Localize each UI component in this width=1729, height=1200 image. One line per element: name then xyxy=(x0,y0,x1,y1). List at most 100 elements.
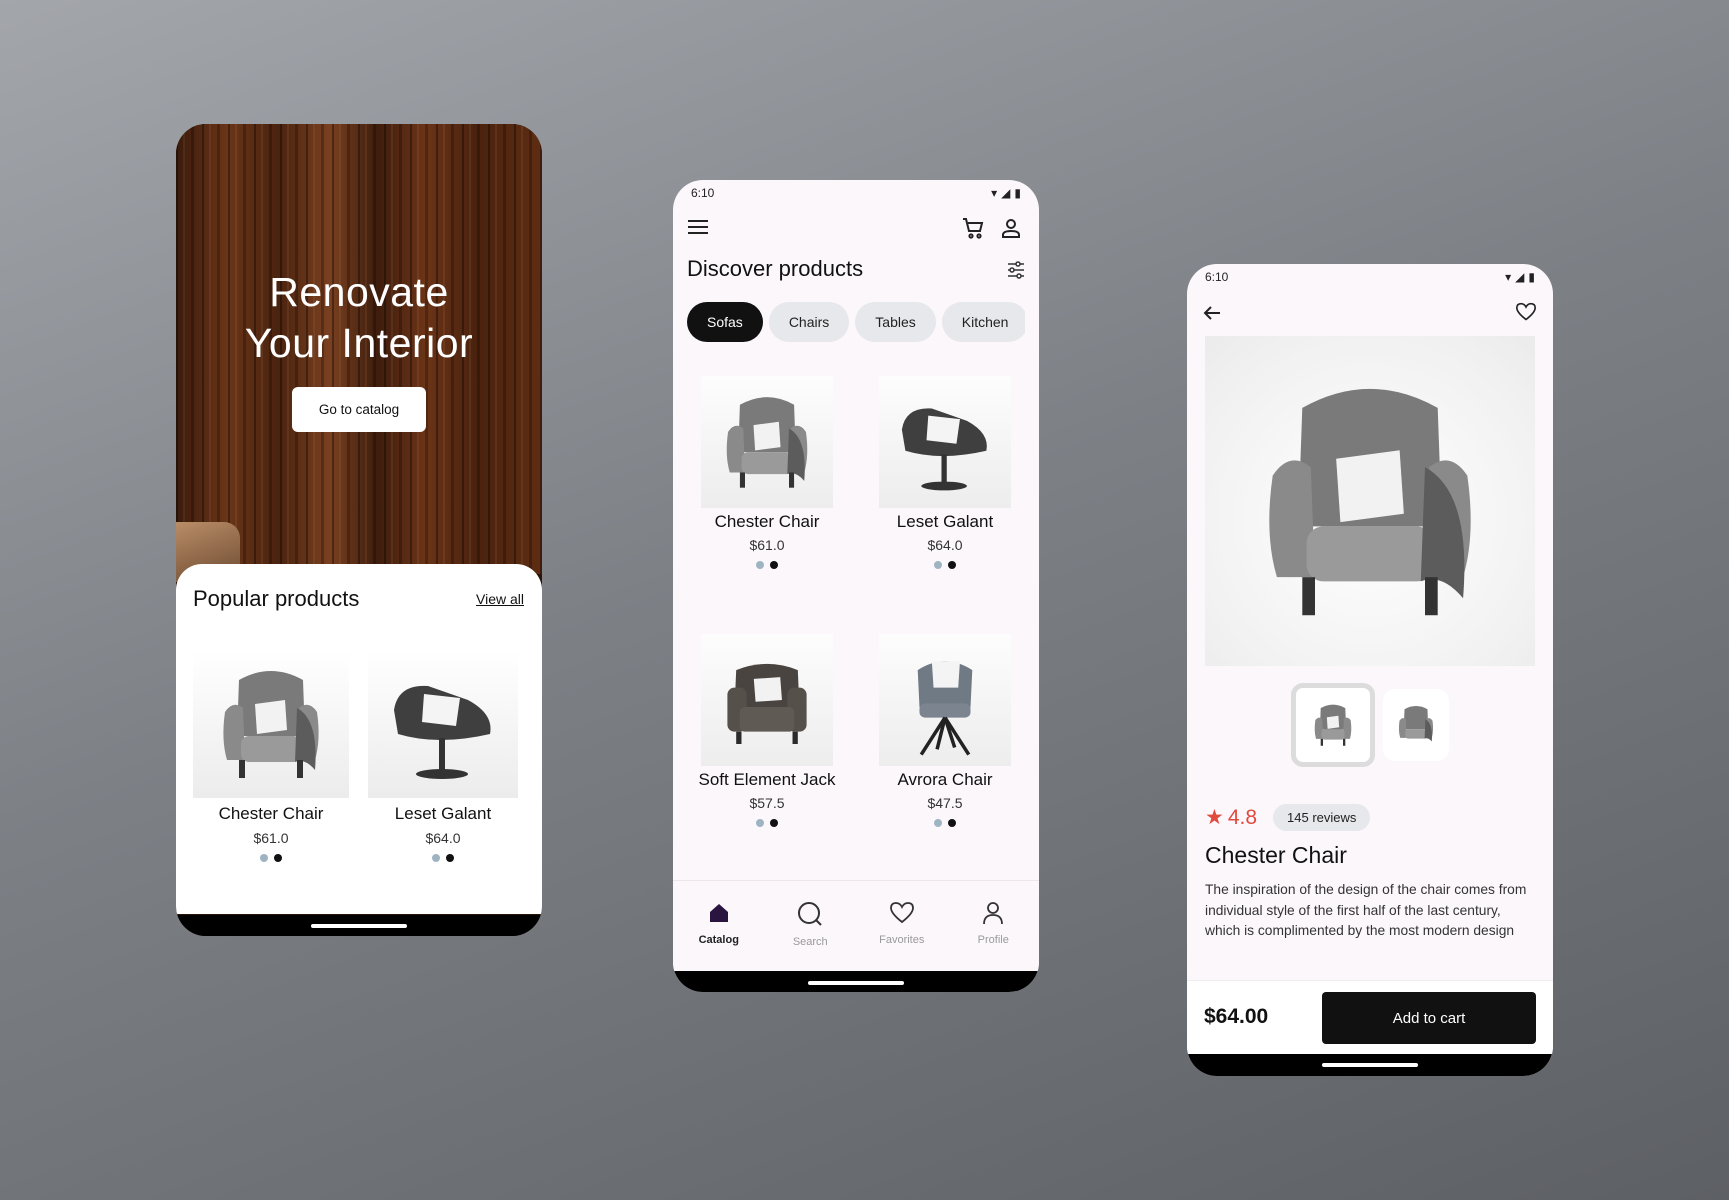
home-gesture-handle[interactable] xyxy=(311,924,407,928)
thumbnail-1[interactable] xyxy=(1291,683,1375,767)
product-main-image xyxy=(1205,336,1535,666)
color-dot-black[interactable] xyxy=(770,561,778,569)
color-dot-black[interactable] xyxy=(948,819,956,827)
color-dot-black[interactable] xyxy=(446,854,454,862)
home-gesture-handle[interactable] xyxy=(1322,1063,1418,1067)
account-icon[interactable] xyxy=(999,216,1023,245)
product-price: $64.00 xyxy=(1204,1005,1269,1028)
product-card[interactable]: Chester Chair $61.0 xyxy=(677,376,857,569)
star-icon: ★ xyxy=(1205,806,1224,829)
thumbnail-2[interactable] xyxy=(1383,689,1449,761)
battery-icon: ▮ xyxy=(1528,270,1535,284)
product-card[interactable]: Leset Galant $64.0 xyxy=(368,650,518,862)
product-name: Soft Element Jack xyxy=(698,770,836,789)
popular-products-sheet: Popular products View all Chester Chair … xyxy=(176,564,542,914)
page-title: Discover products xyxy=(687,256,864,281)
reviews-badge[interactable]: 145 reviews xyxy=(1273,804,1371,831)
avrora-chair-image xyxy=(879,634,1011,766)
color-options xyxy=(193,854,349,862)
product-card[interactable]: Avrora Chair $47.5 xyxy=(855,634,1035,827)
top-app-bar xyxy=(673,206,1039,252)
tab-label: Favorites xyxy=(879,934,925,946)
product-name: Leset Galant xyxy=(896,512,994,531)
tab-label: Search xyxy=(792,936,828,948)
color-options xyxy=(368,854,518,862)
add-to-cart-button[interactable]: Add to cart xyxy=(1322,992,1536,1044)
color-dot-blue[interactable] xyxy=(934,819,942,827)
system-nav-bar xyxy=(673,971,1039,992)
system-icons: ▾ ◢ ▮ xyxy=(1505,270,1535,284)
signal-icon: ◢ xyxy=(1515,270,1525,284)
status-time: 6:10 xyxy=(1205,270,1229,284)
home-icon xyxy=(707,901,731,930)
system-nav-bar xyxy=(1187,1054,1553,1076)
back-arrow-icon[interactable] xyxy=(1203,304,1221,327)
image-thumbnails xyxy=(1291,683,1449,767)
tab-favorites[interactable]: Favorites xyxy=(856,881,948,971)
rating-value: 4.8 xyxy=(1227,805,1258,829)
product-description: The inspiration of the design of the cha… xyxy=(1205,882,1527,938)
chester-chair-image xyxy=(193,650,349,798)
color-options xyxy=(677,561,857,569)
chip-tables[interactable]: Tables xyxy=(855,302,936,342)
color-dot-blue[interactable] xyxy=(756,561,764,569)
person-icon xyxy=(981,901,1005,930)
view-all-link[interactable]: View all xyxy=(476,591,524,607)
search-icon xyxy=(797,901,823,932)
home-screen: Renovate Your Interior Go to catalog Pop… xyxy=(176,124,542,936)
color-dot-blue[interactable] xyxy=(260,854,268,862)
heart-icon xyxy=(889,901,915,930)
chip-kitchen[interactable]: Kitchen xyxy=(941,302,1025,342)
color-options xyxy=(677,819,857,827)
tab-profile[interactable]: Profile xyxy=(948,881,1040,971)
top-app-bar xyxy=(1187,290,1553,338)
section-title: Popular products xyxy=(193,586,360,611)
status-time: 6:10 xyxy=(691,186,715,200)
color-options xyxy=(855,561,1035,569)
category-chips: Sofas Chairs Tables Kitchen xyxy=(687,302,1025,342)
title-row: Discover products xyxy=(687,256,1025,286)
chester-chair-image xyxy=(701,376,833,508)
color-dot-black[interactable] xyxy=(274,854,282,862)
product-price: $61.0 xyxy=(749,537,785,553)
leset-galant-image xyxy=(879,376,1011,508)
system-icons: ▾ ◢ ▮ xyxy=(991,186,1021,200)
wifi-icon: ▾ xyxy=(1505,270,1512,284)
favorite-heart-icon[interactable] xyxy=(1515,302,1537,327)
tab-label: Catalog xyxy=(698,934,739,946)
chip-sofas[interactable]: Sofas xyxy=(687,302,763,342)
product-card[interactable]: Chester Chair $61.0 xyxy=(193,650,349,862)
color-options xyxy=(855,819,1035,827)
tab-search[interactable]: Search xyxy=(765,881,857,971)
home-gesture-handle[interactable] xyxy=(808,981,904,985)
product-price: $57.5 xyxy=(749,795,785,811)
rating-row: ★ 4.8 145 reviews xyxy=(1205,804,1371,831)
product-price: $64.0 xyxy=(425,830,461,846)
color-dot-black[interactable] xyxy=(770,819,778,827)
color-dot-blue[interactable] xyxy=(756,819,764,827)
product-card[interactable]: Leset Galant $64.0 xyxy=(855,376,1035,569)
tab-catalog[interactable]: Catalog xyxy=(673,881,765,971)
menu-icon[interactable] xyxy=(687,216,709,243)
product-title: Chester Chair xyxy=(1205,842,1347,868)
color-dot-blue[interactable] xyxy=(934,561,942,569)
cart-icon[interactable] xyxy=(961,216,985,245)
chip-chairs[interactable]: Chairs xyxy=(768,302,850,342)
signal-icon: ◢ xyxy=(1001,186,1011,200)
hero-title: Renovate Your Interior xyxy=(244,269,474,366)
system-nav-bar xyxy=(176,915,542,936)
product-card[interactable]: Soft Element Jack $57.5 xyxy=(677,634,857,827)
go-to-catalog-button[interactable]: Go to catalog xyxy=(292,387,426,432)
filter-icon[interactable] xyxy=(1007,261,1025,284)
bottom-navigation: Catalog Search Favorites Profile xyxy=(673,880,1039,971)
product-price: $64.0 xyxy=(927,537,963,553)
color-dot-black[interactable] xyxy=(948,561,956,569)
product-name: Chester Chair xyxy=(714,512,820,531)
product-price: $61.0 xyxy=(253,830,289,846)
color-dot-blue[interactable] xyxy=(432,854,440,862)
status-bar: 6:10 ▾ ◢ ▮ xyxy=(1187,264,1553,290)
product-detail-screen: 6:10 ▾ ◢ ▮ ★ 4.8 145 reviews Chester Cha… xyxy=(1187,264,1553,1076)
soft-element-jack-image xyxy=(701,634,833,766)
rating: ★ 4.8 xyxy=(1205,805,1257,830)
product-name: Leset Galant xyxy=(394,804,492,823)
